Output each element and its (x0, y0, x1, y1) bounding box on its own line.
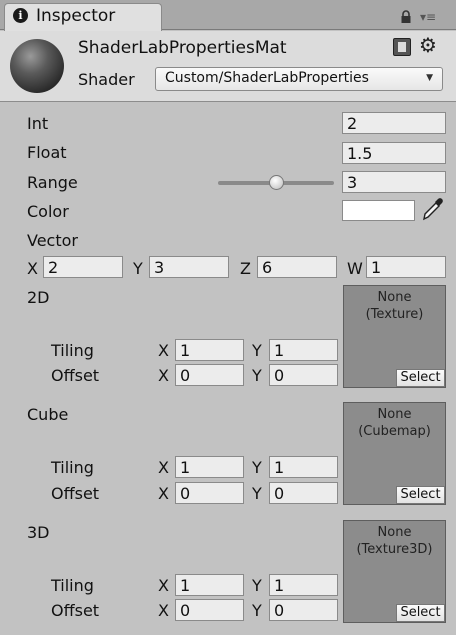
texture-2d-label: 2D (27, 288, 50, 307)
chevron-down-icon: ▼ (426, 73, 433, 83)
texture-2d-tiling-label: Tiling (51, 341, 94, 360)
texture-2d-tiling-y-field[interactable]: 1 (269, 339, 338, 361)
texture-cube-slot-none: None (377, 407, 412, 422)
texture-cube-tiling-x-label: X (158, 458, 169, 477)
gear-icon[interactable]: ⚙ (419, 33, 437, 57)
texture-2d-tiling-y-label: Y (252, 341, 262, 360)
int-field[interactable]: 2 (342, 112, 446, 134)
shader-dropdown[interactable]: Custom/ShaderLabProperties ▼ (155, 67, 443, 91)
int-label: Int (27, 114, 49, 133)
shader-dropdown-value: Custom/ShaderLabProperties (165, 70, 369, 86)
vector-w-label: W (347, 259, 363, 278)
vector-z-field[interactable]: 6 (257, 256, 337, 278)
range-field[interactable]: 3 (342, 171, 446, 193)
texture-cube-label: Cube (27, 405, 69, 424)
texture-cube-offset-x-label: X (158, 484, 169, 503)
texture-2d-tiling-x-label: X (158, 341, 169, 360)
tab-title: Inspector (36, 6, 116, 26)
range-label: Range (27, 173, 78, 192)
texture-cube-offset-y-label: Y (252, 484, 262, 503)
texture-cube-offset-y-field[interactable]: 0 (269, 482, 338, 504)
texture-3d-offset-y-label: Y (252, 601, 262, 620)
texture-cube-slot[interactable]: None (Cubemap) Select (343, 402, 446, 505)
color-label: Color (27, 202, 69, 221)
texture-2d-slot[interactable]: None (Texture) Select (343, 285, 446, 388)
texture-3d-slot-type: (Texture3D) (356, 542, 433, 557)
color-swatch[interactable] (342, 200, 415, 221)
vector-z-label: Z (240, 259, 251, 278)
texture-3d-slot[interactable]: None (Texture3D) Select (343, 520, 446, 623)
texture-cube-tiling-label: Tiling (51, 458, 94, 477)
texture-cube-select-button[interactable]: Select (396, 486, 445, 504)
range-slider-thumb[interactable] (268, 175, 284, 190)
vector-y-label: Y (133, 259, 143, 278)
texture-3d-label: 3D (27, 523, 50, 542)
shader-label: Shader (78, 70, 135, 89)
texture-2d-offset-label: Offset (51, 366, 100, 385)
texture-3d-tiling-y-label: Y (252, 576, 262, 595)
help-book-icon[interactable] (393, 38, 411, 56)
texture-cube-tiling-x-field[interactable]: 1 (175, 456, 244, 478)
context-menu-icon[interactable]: ▾≡ (420, 10, 436, 24)
texture-cube-offset-x-field[interactable]: 0 (175, 482, 244, 504)
texture-cube-slot-type: (Cubemap) (358, 424, 431, 439)
texture-2d-select-button[interactable]: Select (396, 369, 445, 387)
vector-w-field[interactable]: 1 (366, 256, 446, 278)
vector-x-label: X (27, 259, 38, 278)
vector-y-field[interactable]: 3 (149, 256, 229, 278)
texture-2d-offset-x-label: X (158, 366, 169, 385)
texture-3d-offset-y-field[interactable]: 0 (269, 599, 338, 621)
texture-3d-tiling-label: Tiling (51, 576, 94, 595)
material-name: ShaderLabPropertiesMat (78, 38, 287, 58)
vector-label: Vector (27, 231, 78, 250)
info-icon: i (13, 8, 28, 23)
texture-3d-tiling-x-label: X (158, 576, 169, 595)
texture-cube-tiling-y-label: Y (252, 458, 262, 477)
texture-cube-tiling-y-field[interactable]: 1 (269, 456, 338, 478)
texture-2d-slot-type: (Texture) (365, 307, 424, 322)
texture-2d-tiling-x-field[interactable]: 1 (175, 339, 244, 361)
texture-3d-offset-x-label: X (158, 601, 169, 620)
float-label: Float (27, 143, 67, 162)
lock-icon[interactable] (399, 9, 413, 28)
texture-cube-offset-label: Offset (51, 484, 100, 503)
texture-3d-tiling-x-field[interactable]: 1 (175, 574, 244, 596)
texture-3d-offset-x-field[interactable]: 0 (175, 599, 244, 621)
texture-3d-select-button[interactable]: Select (396, 604, 445, 622)
float-field[interactable]: 1.5 (342, 142, 446, 164)
texture-2d-offset-y-field[interactable]: 0 (269, 364, 338, 386)
texture-3d-tiling-y-field[interactable]: 1 (269, 574, 338, 596)
texture-2d-slot-none: None (377, 290, 412, 305)
texture-2d-offset-x-field[interactable]: 0 (175, 364, 244, 386)
eyedropper-icon[interactable] (421, 196, 445, 226)
texture-3d-offset-label: Offset (51, 601, 100, 620)
texture-3d-slot-none: None (377, 525, 412, 540)
texture-2d-offset-y-label: Y (252, 366, 262, 385)
vector-x-field[interactable]: 2 (43, 256, 123, 278)
material-preview-sphere (10, 39, 64, 93)
